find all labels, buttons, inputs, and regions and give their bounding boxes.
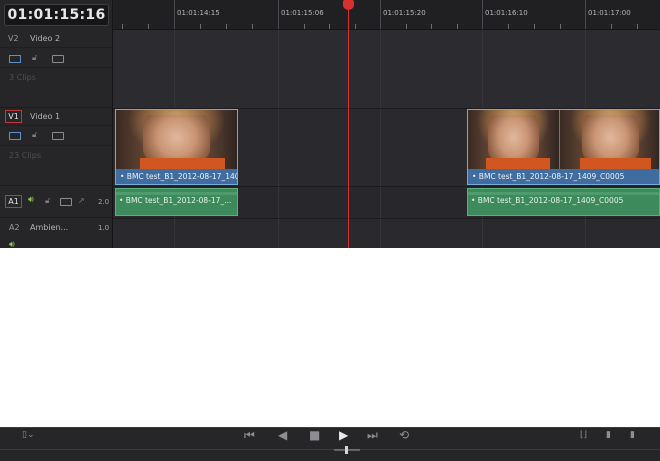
clip-name: • BMC test_B1_2012-08-17_140...: [116, 169, 237, 184]
audio-waveform: [116, 192, 237, 195]
track-divider: [113, 218, 660, 219]
auto-select-icon[interactable]: [52, 132, 64, 140]
grid-line: [380, 30, 381, 248]
ruler-minor-tick: [406, 24, 407, 29]
ruler-minor-tick: [329, 24, 330, 29]
clip-name: • BMC test_B1_2012-08-17_1409_C0005: [468, 169, 659, 184]
ruler-major-tick: [380, 0, 381, 29]
ruler-timecode-label: 01:01:17:00: [588, 9, 631, 17]
clip-name: • BMC test_B1_2012-08-17_1409_C0005: [471, 196, 624, 205]
track-name-a2[interactable]: Ambien...: [30, 223, 68, 232]
track-v2-area[interactable]: [113, 30, 660, 108]
play-icon[interactable]: ▶: [339, 428, 348, 442]
ruler-minor-tick: [637, 24, 638, 29]
skip-to-end-icon[interactable]: ⏭: [367, 428, 378, 442]
channel-level-a2: 1.0: [98, 224, 110, 232]
audio-waveform: [468, 192, 659, 195]
track-name-v2[interactable]: Video 2: [30, 34, 60, 43]
track-id-v2: V2: [8, 34, 19, 43]
timeline-ruler[interactable]: 01:01:14:15 01:01:15:06 01:01:15:20 01:0…: [113, 0, 660, 30]
lock-icon[interactable]: 🔓︎: [45, 196, 50, 206]
ruler-minor-tick: [122, 24, 123, 29]
playhead-handle[interactable]: [343, 0, 354, 10]
ruler-timecode-label: 01:01:15:20: [383, 9, 426, 17]
zoom-slider[interactable]: [333, 446, 361, 454]
ruler-minor-tick: [148, 24, 149, 29]
ruler-minor-tick: [200, 24, 201, 29]
header-divider: [0, 125, 112, 126]
ruler-minor-tick: [611, 24, 612, 29]
monitor-icon[interactable]: [9, 132, 21, 140]
ruler-timecode-label: 01:01:16:10: [485, 9, 528, 17]
skip-to-start-icon[interactable]: ⏮: [244, 428, 255, 442]
ruler-major-tick: [482, 0, 483, 29]
monitor-icon[interactable]: [9, 55, 21, 63]
track-header-v2[interactable]: V2 Video 2 🔓︎ 3 Clips: [0, 30, 112, 108]
ruler-timecode-label: 01:01:14:15: [177, 9, 220, 17]
ruler-major-tick: [585, 0, 586, 29]
ruler-minor-tick: [226, 24, 227, 29]
lock-icon[interactable]: 🔓︎: [32, 53, 37, 63]
clip-thumbnail: [468, 110, 559, 171]
header-divider: [0, 67, 112, 68]
ruler-minor-tick: [457, 24, 458, 29]
track-divider: [113, 186, 660, 187]
scrub-track[interactable]: [0, 449, 660, 450]
track-header-column: 01:01:15:16 V2 Video 2 🔓︎ 3 Clips V1 Vid…: [0, 0, 113, 248]
view-options-icon[interactable]: ▯⌄: [22, 428, 35, 442]
clip-thumbnail: [560, 110, 659, 171]
play-reverse-icon[interactable]: ◀: [278, 428, 287, 442]
track-header-v1[interactable]: V1 Video 1 🔓︎ 23 Clips: [0, 108, 112, 186]
clip-thumbnail: [116, 110, 237, 171]
header-divider: [0, 47, 112, 48]
previous-marker-icon[interactable]: ▮: [606, 428, 611, 442]
audio-clip-left[interactable]: • BMC test_B1_2012-08-17_...: [115, 188, 238, 216]
playhead-line[interactable]: [348, 8, 349, 248]
ruler-minor-tick: [304, 24, 305, 29]
loop-icon[interactable]: ⟲: [399, 428, 409, 442]
audio-clip-right[interactable]: • BMC test_B1_2012-08-17_1409_C0005: [467, 188, 660, 216]
video-clip-left[interactable]: • BMC test_B1_2012-08-17_140...: [115, 109, 238, 185]
ruler-minor-tick: [431, 24, 432, 29]
track-id-a1[interactable]: A1: [5, 195, 22, 208]
track-id-a2: A2: [9, 223, 20, 232]
auto-select-icon[interactable]: [52, 55, 64, 63]
track-header-a1[interactable]: A1 🔊︎ 🔓︎ ↗ 2.0: [0, 186, 112, 218]
ruler-minor-tick: [355, 24, 356, 29]
ruler-minor-tick: [252, 24, 253, 29]
header-divider: [0, 145, 112, 146]
timeline-panel: 01:01:14:15 01:01:15:06 01:01:15:20 01:0…: [0, 0, 660, 248]
track-header-a2[interactable]: A2 Ambien... 1.0 🔊︎: [0, 218, 112, 248]
ruler-minor-tick: [560, 24, 561, 29]
ruler-minor-tick: [534, 24, 535, 29]
lock-icon[interactable]: 🔓︎: [32, 130, 37, 140]
mark-in-icon[interactable]: ⌊⌋: [580, 428, 587, 442]
auto-select-icon[interactable]: [60, 198, 72, 206]
link-icon[interactable]: ↗: [78, 196, 85, 206]
track-id-v1[interactable]: V1: [5, 110, 22, 123]
ruler-major-tick: [278, 0, 279, 29]
transport-bar: ▯⌄ ⏮ ◀ ■ ▶ ⏭ ⟲ ⌊⌋ ▮ ▮: [0, 427, 660, 461]
grid-line: [278, 30, 279, 248]
speaker-icon[interactable]: 🔊︎: [9, 240, 15, 248]
track-a2-area[interactable]: [113, 218, 660, 248]
ruler-timecode-label: 01:01:15:06: [281, 9, 324, 17]
clip-name: • BMC test_B1_2012-08-17_...: [119, 196, 232, 205]
track-name-v1[interactable]: Video 1: [30, 112, 60, 121]
timecode-display[interactable]: 01:01:15:16: [4, 4, 109, 26]
channel-level-a1: 2.0: [98, 198, 110, 206]
clip-count-v1: 23 Clips: [9, 151, 41, 160]
speaker-icon[interactable]: 🔊︎: [28, 195, 34, 205]
clip-count-v2: 3 Clips: [9, 73, 36, 82]
ruler-major-tick: [174, 0, 175, 29]
video-clip-right[interactable]: • BMC test_B1_2012-08-17_1409_C0005: [467, 109, 660, 185]
next-marker-icon[interactable]: ▮: [630, 428, 635, 442]
stop-icon[interactable]: ■: [309, 428, 320, 442]
ruler-minor-tick: [508, 24, 509, 29]
